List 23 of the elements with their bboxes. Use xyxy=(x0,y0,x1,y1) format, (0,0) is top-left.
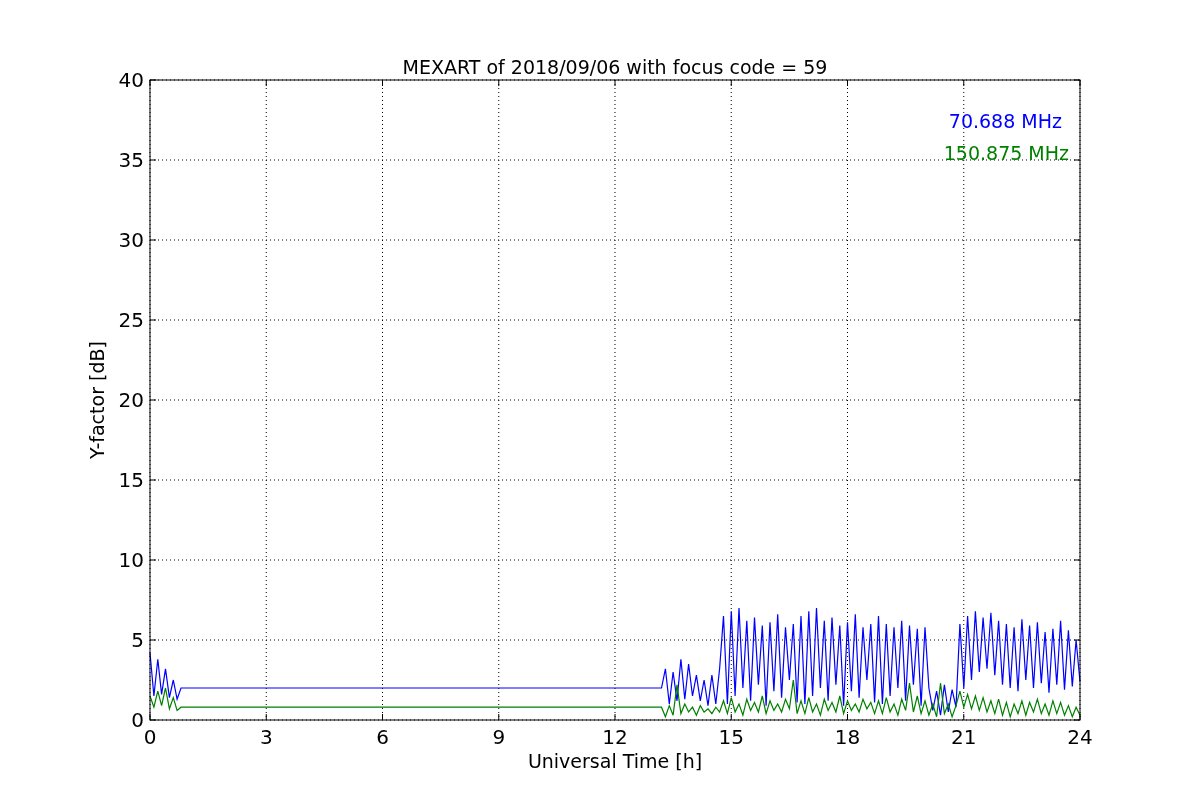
chart-title: MEXART of 2018/09/06 with focus code = 59 xyxy=(402,56,828,78)
y-tick-label: 40 xyxy=(118,68,144,92)
x-tick-label: 18 xyxy=(834,725,861,749)
y-tick-label: 0 xyxy=(131,708,144,732)
y-tick-label: 5 xyxy=(131,628,144,652)
x-tick-label: 3 xyxy=(259,725,273,749)
y-tick-label: 15 xyxy=(118,468,144,492)
x-tick-label: 0 xyxy=(143,725,157,749)
y-tick-label: 25 xyxy=(118,308,144,332)
x-axis-label: Universal Time [h] xyxy=(527,750,703,772)
x-tick-label: 15 xyxy=(718,725,744,749)
x-tick-label: 9 xyxy=(492,725,506,749)
x-tick-label: 24 xyxy=(1067,725,1093,749)
y-tick-label: 35 xyxy=(118,148,144,172)
y-axis-label: Y-factor [dB] xyxy=(86,341,108,459)
y-tick-label: 20 xyxy=(118,388,144,412)
y-tick-label: 30 xyxy=(118,228,144,252)
y-tick-label: 10 xyxy=(118,548,144,572)
legend-label: 150.875 MHz xyxy=(943,142,1069,164)
x-tick-label: 6 xyxy=(376,725,389,749)
x-tick-label: 12 xyxy=(602,725,628,749)
x-tick-label: 21 xyxy=(951,725,977,749)
legend-label: 70.688 MHz xyxy=(948,110,1062,132)
